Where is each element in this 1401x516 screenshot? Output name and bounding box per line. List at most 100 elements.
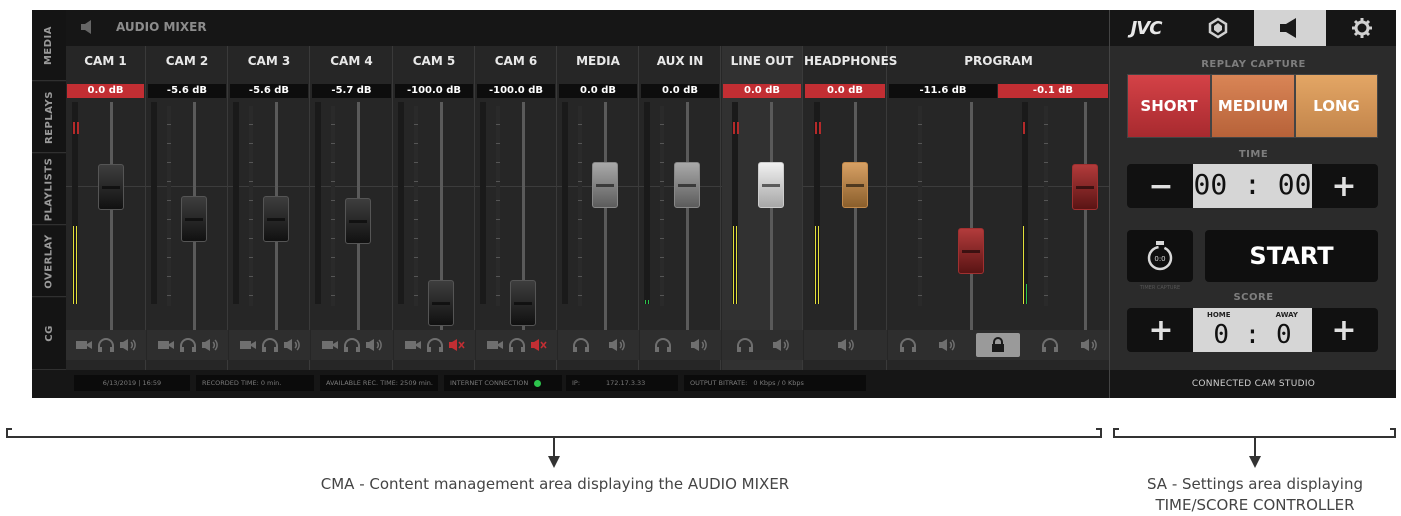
channel-strip-cam-6: CAM 6 -100.0 dB [476,46,557,370]
gear-icon [1352,18,1372,38]
camera-icon[interactable] [403,335,423,355]
channel-name: AUX IN [656,54,704,68]
tab-audio[interactable] [1254,10,1326,46]
timer-capture-button[interactable]: 0:0 [1127,230,1193,282]
program-right-fader[interactable] [1072,164,1098,210]
channel-strip-cam-2: CAM 2 -5.6 dB [147,46,228,370]
status-bar: 6/13/2019 | 16:59 RECORDED TIME: 0 min. … [32,370,1109,398]
volume-fader[interactable] [345,198,371,244]
nav-tab-label: OVERLAY [43,233,55,289]
speaker-icon[interactable] [200,335,220,355]
nav-tab-label: REPLAYS [43,90,55,144]
headphones-icon[interactable] [260,335,280,355]
audio-mixer: CAM 1 0.0 dB CAM 2 -5.6 dB CAM 3 -5.6 dB [66,46,1109,370]
start-button[interactable]: START [1205,230,1378,282]
headphones-icon[interactable] [1040,335,1060,355]
jvc-logo: JVC [1110,10,1182,46]
program-left-db-readout: -11.6 dB [889,84,997,98]
volume-fader[interactable] [674,162,700,208]
level-meter [644,102,650,304]
program-left-fader[interactable] [958,228,984,274]
headphones-icon[interactable] [507,335,527,355]
channel-name: MEDIA [576,54,620,68]
tab-transitions[interactable] [1182,10,1254,46]
camera-icon[interactable] [156,335,176,355]
volume-fader[interactable] [592,162,618,208]
volume-fader[interactable] [98,164,124,210]
status-bitrate-value: 0 Kbps / 0 Kbps [753,379,804,387]
speaker-icon[interactable] [836,335,856,355]
channel-db-readout: 0.0 dB [67,84,144,98]
nav-tab-overlay[interactable]: OVERLAY [32,226,66,297]
channel-db-readout: -100.0 dB [477,84,555,98]
speaker-icon[interactable] [282,335,302,355]
fader-track [770,102,773,332]
replay-long-button[interactable]: LONG [1295,74,1378,138]
replay-short-button[interactable]: SHORT [1127,74,1211,138]
peak-indicator [1023,122,1025,134]
headphones-icon[interactable] [653,335,673,355]
timer-capture-caption: TIMER CAPTURE [1139,285,1181,291]
camera-icon[interactable] [238,335,258,355]
speaker-icon[interactable] [118,335,138,355]
camera-icon[interactable] [74,335,94,355]
channel-controls [311,330,393,360]
volume-fader[interactable] [842,162,868,208]
bracket-tick [1096,428,1102,430]
time-increment-button[interactable]: + [1314,164,1374,208]
level-meter [151,102,157,304]
replay-medium-button[interactable]: MEDIUM [1211,74,1295,138]
lock-icon[interactable] [976,333,1021,357]
headphones-icon[interactable] [898,335,918,355]
nav-tab-cg[interactable]: CG [32,298,66,370]
fader-track-right [1084,102,1087,332]
headphones-icon[interactable] [735,335,755,355]
headphones-icon[interactable] [96,335,116,355]
volume-fader[interactable] [758,162,784,208]
meter-scale [414,106,418,306]
headphones-icon[interactable] [342,335,362,355]
channel-controls [558,330,639,360]
svg-text:0:0: 0:0 [1154,255,1165,263]
settings-tabs: JVC [1110,10,1396,46]
status-available-time: AVAILABLE REC. TIME: 2509 min. [320,375,438,391]
speaker-icon[interactable] [364,335,384,355]
speaker-icon[interactable] [937,335,957,355]
speaker-icon[interactable] [1079,335,1099,355]
nav-tab-replays[interactable]: REPLAYS [32,82,66,153]
channel-name: PROGRAM [964,54,1033,68]
volume-fader[interactable] [263,196,289,242]
level-meter [315,102,321,304]
channel-controls [640,330,721,360]
speaker-muted-icon[interactable] [529,335,549,355]
meter-fill-left [73,226,74,304]
volume-fader[interactable] [181,196,207,242]
channel-strip-aux-in: AUX IN 0.0 dB [640,46,721,370]
sa-caption: SA - Settings area displaying TIME/SCORE… [1110,474,1400,516]
home-score-increment-button[interactable]: + [1131,308,1191,352]
cma-bracket [6,428,1102,438]
volume-fader[interactable] [428,280,454,326]
meter-fill-right [76,226,77,304]
camera-icon[interactable] [485,335,505,355]
meter-fill-left [733,226,734,304]
channel-name: CAM 1 [84,54,127,68]
status-ip: IP: 172.17.3.33 [566,375,678,391]
nav-tab-playlists[interactable]: PLAYLISTS [32,154,66,225]
speaker-icon[interactable] [689,335,709,355]
nav-tab-media[interactable]: MEDIA [32,10,66,81]
away-score-increment-button[interactable]: + [1314,308,1374,352]
speaker-muted-icon[interactable] [447,335,467,355]
headphones-icon[interactable] [178,335,198,355]
app-footer-label: CONNECTED CAM STUDIO [1110,370,1396,398]
home-label: HOME [1207,311,1231,319]
tab-settings[interactable] [1326,10,1396,46]
meter-scale [660,106,664,306]
speaker-icon[interactable] [771,335,791,355]
time-decrement-button[interactable]: − [1131,164,1191,208]
camera-icon[interactable] [320,335,340,355]
headphones-icon[interactable] [425,335,445,355]
volume-fader[interactable] [510,280,536,326]
headphones-icon[interactable] [571,335,591,355]
speaker-icon[interactable] [607,335,627,355]
